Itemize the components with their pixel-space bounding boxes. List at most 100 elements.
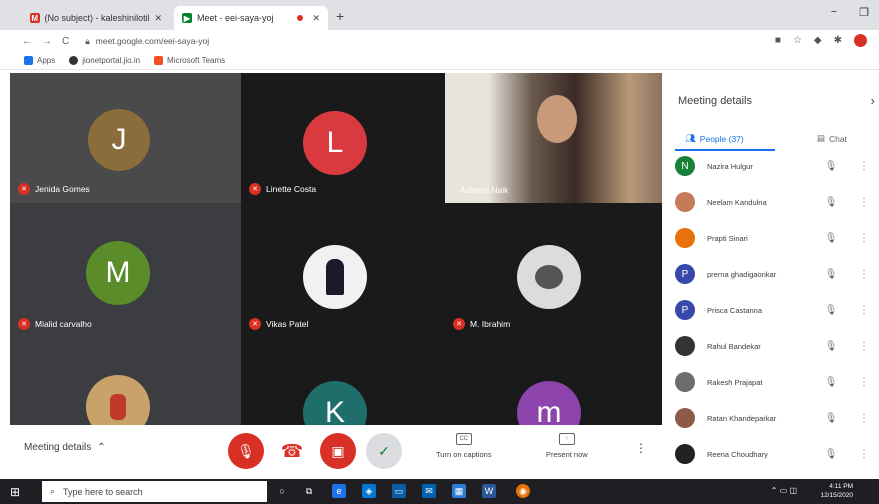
mic-off-icon[interactable]: 🎙︎ xyxy=(821,269,841,280)
mic-off-icon[interactable]: 🎙︎ xyxy=(821,377,841,388)
close-panel-icon[interactable]: › xyxy=(871,93,875,108)
more-options-icon[interactable]: ⋮ xyxy=(859,377,869,388)
microsoft-icon xyxy=(154,56,164,65)
captions-icon: CC xyxy=(455,433,472,445)
bookmark-apps[interactable]: Apps xyxy=(24,56,55,65)
forward-icon[interactable]: → xyxy=(42,36,52,47)
more-options-icon[interactable]: ⋮ xyxy=(859,233,869,244)
name-label: Vikas Patel xyxy=(266,319,309,329)
mic-off-icon[interactable]: 🎙︎ xyxy=(821,161,841,172)
participant-tile[interactable]: K xyxy=(241,338,445,425)
extension-icon[interactable]: ◆ xyxy=(814,35,822,46)
more-options-icon[interactable]: ⋮ xyxy=(859,341,869,352)
avatar xyxy=(675,336,695,356)
clock[interactable]: 4:11 PM 12/15/2020 xyxy=(820,482,853,500)
mic-off-icon[interactable]: 🎙︎ xyxy=(821,305,841,316)
puzzle-icon[interactable]: ✱ xyxy=(834,35,842,46)
more-options-icon[interactable]: ⋮ xyxy=(859,413,869,424)
avatar xyxy=(675,408,695,428)
hang-up-button[interactable]: ☎︎ xyxy=(274,433,310,469)
mic-off-icon[interactable]: 🎙︎ xyxy=(821,197,841,208)
participant-tile[interactable]: ✕ M. Ibrahim xyxy=(445,203,662,338)
camera-icon[interactable]: ■ xyxy=(775,35,781,46)
avatar xyxy=(675,444,695,464)
list-item[interactable]: P Prisca Castanna 🎙︎ ⋮ xyxy=(675,295,875,325)
store-icon[interactable]: ◈ xyxy=(362,484,376,498)
mic-off-icon[interactable]: 🎙︎ xyxy=(821,413,841,424)
avatar xyxy=(675,228,695,248)
bookmark-teams[interactable]: Microsoft Teams xyxy=(154,56,225,65)
present-now-button[interactable]: ↑ Present now xyxy=(546,433,588,459)
system-tray[interactable]: ⌃ ▭ ◫ xyxy=(771,486,797,495)
edge-icon[interactable]: e xyxy=(332,484,346,498)
mail-icon[interactable]: ✉ xyxy=(422,484,436,498)
tab-gmail[interactable]: M (No subject) - kaleshinilotikar@g ✕ xyxy=(22,6,170,30)
check-button[interactable]: ✓ xyxy=(366,433,402,469)
star-icon[interactable]: ☆ xyxy=(793,35,802,46)
participant-tile[interactable] xyxy=(10,338,241,425)
new-tab-button[interactable]: + xyxy=(336,8,344,24)
close-icon[interactable]: ✕ xyxy=(154,13,162,24)
file-explorer-icon[interactable]: ▭ xyxy=(392,484,406,498)
avatar: M xyxy=(86,241,150,305)
list-item[interactable]: N Nazira Hulgur 🎙︎ ⋮ xyxy=(675,151,875,181)
mic-off-icon[interactable]: 🎙︎ xyxy=(821,341,841,352)
list-item[interactable]: Reena Choudhary 🎙︎ ⋮ xyxy=(675,439,875,469)
captions-button[interactable]: CC Turn on captions xyxy=(436,433,492,459)
name-label: M. Ibrahim xyxy=(470,319,511,329)
windows-taskbar: ⊞ ⌕ Type here to search ○ ⧉ e ◈ ▭ ✉ ▦ W … xyxy=(0,479,879,504)
avatar xyxy=(675,192,695,212)
mic-toggle-button[interactable]: 🎙︎ xyxy=(228,433,264,469)
mic-off-icon[interactable]: 🎙︎ xyxy=(821,449,841,460)
participant-tile[interactable]: J ✕ Jenida Gomes xyxy=(10,73,241,203)
person-name: Neelam Kandulna xyxy=(707,197,767,207)
list-item[interactable]: Neelam Kandulna 🎙︎ ⋮ xyxy=(675,187,875,217)
tab-chat[interactable]: ▤ Chat xyxy=(817,133,847,144)
participant-tile[interactable]: L ✕ Linette Costa xyxy=(241,73,445,203)
more-options-icon[interactable]: ⋮ xyxy=(859,197,869,208)
participant-tile[interactable]: ✕ Vikas Patel xyxy=(241,203,445,338)
person-silhouette xyxy=(326,259,344,295)
more-options-icon[interactable]: ⋮ xyxy=(859,305,869,316)
participant-name: ✕ Jenida Gomes xyxy=(18,183,90,195)
address-bar[interactable]: 🔒︎ meet.google.com/eei-saya-yoj xyxy=(85,36,209,47)
tab-people[interactable]: 👥︎ People (37) xyxy=(685,133,744,144)
taskbar-search-input[interactable]: ⌕ Type here to search xyxy=(42,481,267,502)
reload-icon[interactable]: C xyxy=(62,36,69,47)
list-item[interactable]: Rakesh Prajapat 🎙︎ ⋮ xyxy=(675,367,875,397)
list-item[interactable]: Rahul Bandekar 🎙︎ ⋮ xyxy=(675,331,875,361)
participant-tile[interactable]: ⫶ Ashwini Naik xyxy=(445,73,662,203)
participant-tile[interactable]: M ✕ Mialid carvalho xyxy=(10,203,241,338)
more-options-icon[interactable]: ⋮ xyxy=(635,441,647,455)
photos-icon[interactable]: ▦ xyxy=(452,484,466,498)
back-icon[interactable]: ← xyxy=(22,36,32,47)
list-item[interactable]: Prapti Sinari 🎙︎ ⋮ xyxy=(675,223,875,253)
more-options-icon[interactable]: ⋮ xyxy=(859,161,869,172)
more-options-icon[interactable]: ⋮ xyxy=(859,269,869,280)
chrome-icon[interactable]: ◉ xyxy=(516,484,530,498)
meeting-details-button[interactable]: Meeting details ⌃ xyxy=(24,442,106,453)
cortana-icon[interactable]: ○ xyxy=(275,484,289,498)
profile-avatar[interactable] xyxy=(854,34,867,47)
list-item[interactable]: Ratan Khandeparkar 🎙︎ ⋮ xyxy=(675,403,875,433)
mic-off-icon: ✕ xyxy=(249,183,261,195)
person-name: Nazira Hulgur xyxy=(707,161,753,171)
chat-icon: ▤ xyxy=(817,133,826,143)
minimize-icon[interactable]: − xyxy=(831,6,837,19)
word-icon[interactable]: W xyxy=(482,484,496,498)
camera-toggle-button[interactable]: ▣ xyxy=(320,433,356,469)
people-panel: Meeting details › 👥︎ People (37) ▤ Chat … xyxy=(665,73,879,483)
list-item[interactable]: P prerna ghadigaonkar 🎙︎ ⋮ xyxy=(675,259,875,289)
tab-label: People (37) xyxy=(699,133,744,144)
task-view-icon[interactable]: ⧉ xyxy=(302,484,316,498)
participant-tile[interactable]: m xyxy=(445,338,662,425)
bookmark-jio[interactable]: jionetportal.jio.in xyxy=(69,56,140,65)
participant-name: ✕ Linette Costa xyxy=(249,183,316,195)
more-options-icon[interactable]: ⋮ xyxy=(859,449,869,460)
close-icon[interactable]: ✕ xyxy=(312,13,320,24)
maximize-icon[interactable]: ❐ xyxy=(859,6,869,19)
people-icon: 👥︎ xyxy=(685,133,696,143)
tab-meet[interactable]: ▶ Meet - eei-saya-yoj ✕ xyxy=(174,6,328,30)
windows-start-icon[interactable]: ⊞ xyxy=(10,485,20,499)
mic-off-icon[interactable]: 🎙︎ xyxy=(821,233,841,244)
